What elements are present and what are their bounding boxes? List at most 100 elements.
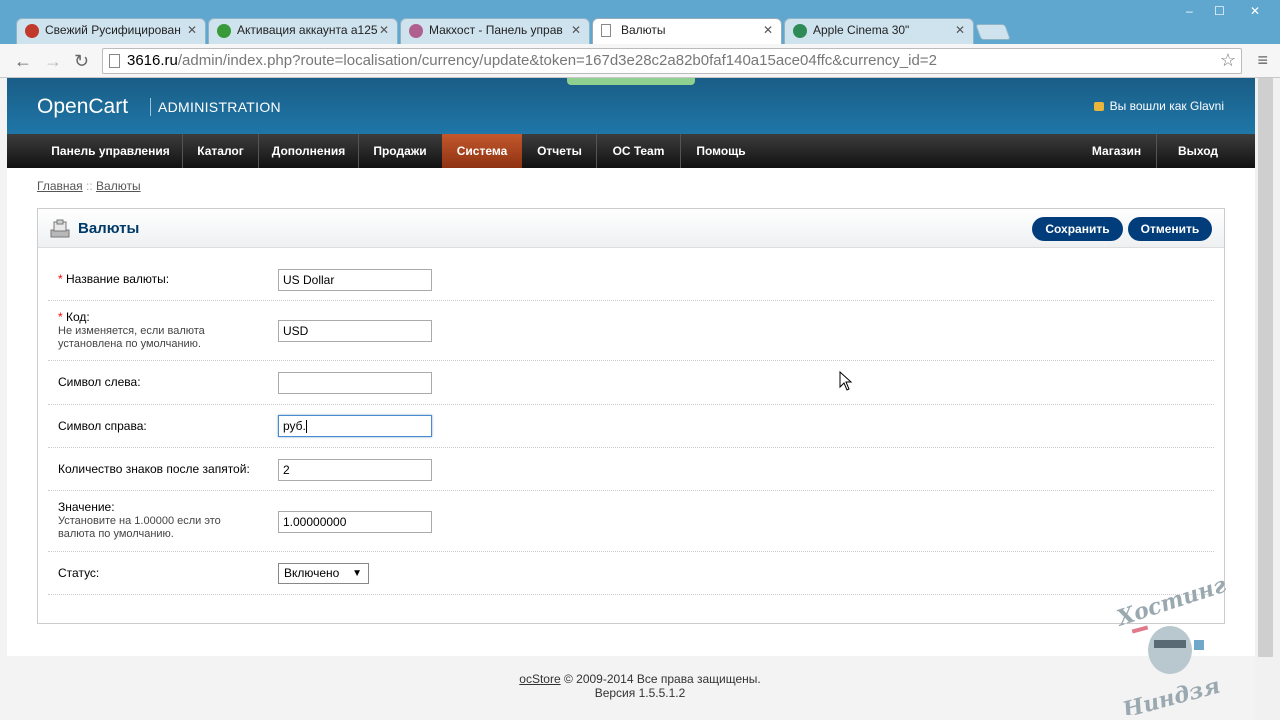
menu-item-reports[interactable]: Отчеты (523, 134, 597, 168)
required-mark: * (58, 272, 63, 286)
value-help: Установите на 1.00000 если это валюта по… (58, 515, 221, 540)
value-label: Значение: Установите на 1.00000 если это … (58, 500, 258, 541)
browser-tab-4[interactable]: Валюты ✕ (592, 18, 782, 44)
menu-item-dashboard[interactable]: Панель управления (39, 134, 183, 168)
status-value: Включено (284, 566, 340, 580)
code-label: * Код: Не изменяется, если валюта установ… (58, 310, 248, 351)
browser-tab-2[interactable]: Активация аккаунта a125 ✕ (208, 18, 398, 44)
page-viewport: OpenCart ADMINISTRATION Вы вошли как Gla… (0, 78, 1280, 720)
browser-menu-icon[interactable]: ≡ (1257, 51, 1268, 69)
decimal-place-input[interactable]: 2 (278, 459, 432, 481)
new-tab-button[interactable] (975, 24, 1011, 40)
form-row-symbol-left: Символ слева: (48, 361, 1214, 405)
tab-close-icon[interactable]: ✕ (763, 23, 773, 37)
tab-close-icon[interactable]: ✕ (187, 23, 197, 37)
symbol-right-value: руб. (283, 419, 306, 433)
currency-code-input[interactable]: USD (278, 320, 432, 342)
panel-header: Валюты Сохранить Отменить (38, 209, 1224, 248)
form-row-decimal: Количество знаков после запятой: 2 (48, 448, 1214, 491)
footer-brand-link[interactable]: ocStore (519, 672, 560, 686)
menu-item-sales[interactable]: Продажи (359, 134, 441, 168)
symbol-left-input[interactable] (278, 372, 432, 394)
menu-item-extensions[interactable]: Дополнения (259, 134, 359, 168)
breadcrumb-home[interactable]: Главная (37, 179, 83, 193)
content-area: Главная :: Валюты Валюты Сохранить Отмен… (7, 168, 1255, 656)
tab-favicon-icon (409, 24, 423, 38)
menu-item-help[interactable]: Помощь (681, 134, 761, 168)
url-path: /admin/index.php?route=localisation/curr… (177, 52, 937, 69)
watermark-text-top: Хостинг (1112, 580, 1230, 632)
breadcrumb-current[interactable]: Валюты (96, 179, 141, 193)
text-caret (305, 420, 307, 434)
browser-tabbar: Свежий Русифицирован ✕ Активация аккаунт… (0, 0, 1280, 44)
back-icon[interactable]: ← (14, 52, 32, 70)
address-bar[interactable]: 3616.ru/admin/index.php?route=localisati… (102, 48, 1242, 74)
form-row-name: * Название валюты: US Dollar (48, 258, 1214, 301)
opencart-logo[interactable]: OpenCart (37, 95, 128, 119)
form-row-code: * Код: Не изменяется, если валюта установ… (48, 301, 1214, 361)
watermark-text-bottom: Ниндзя (1119, 673, 1223, 715)
tab-title: Активация аккаунта a125 (237, 23, 378, 37)
form-row-symbol-right: Символ справа: руб. (48, 405, 1214, 448)
forward-icon[interactable]: → (44, 52, 62, 70)
symbol-right-input[interactable]: руб. (278, 415, 432, 437)
breadcrumb-separator: :: (86, 179, 93, 193)
form-row-value: Значение: Установите на 1.00000 если это … (48, 491, 1214, 552)
page-icon (601, 24, 611, 37)
currency-name-input[interactable]: US Dollar (278, 269, 432, 291)
tab-favicon-icon (25, 24, 39, 38)
lock-icon (1093, 102, 1104, 111)
menu-item-octeam[interactable]: OC Team (597, 134, 681, 168)
tab-close-icon[interactable]: ✕ (379, 23, 389, 37)
menu-item-system[interactable]: Система (442, 134, 522, 168)
tab-title: Свежий Русифицирован (45, 23, 181, 37)
footer-version: Версия 1.5.5.1.2 (594, 686, 686, 700)
cancel-button[interactable]: Отменить (1128, 217, 1212, 241)
tab-title: Макхост - Панель управ (429, 23, 563, 37)
save-button[interactable]: Сохранить (1032, 217, 1123, 241)
window-close-icon[interactable]: ✕ (1250, 4, 1260, 18)
admin-header: OpenCart ADMINISTRATION Вы вошли как Gla… (7, 78, 1255, 134)
reload-icon[interactable]: ↻ (74, 52, 89, 70)
hosting-ninja-watermark: Хостинг Ниндзя (1112, 580, 1230, 715)
menu-item-logout[interactable]: Выход (1157, 134, 1239, 168)
symbol-left-label: Символ слева: (58, 375, 141, 389)
menu-item-store[interactable]: Магазин (1077, 134, 1157, 168)
page-title: Валюты (78, 220, 140, 237)
browser-tab-3[interactable]: Макхост - Панель управ ✕ (400, 18, 590, 44)
top-notification-tab (567, 78, 695, 85)
value-label-text: Значение: (58, 500, 115, 514)
browser-toolbar: ← → ↻ 3616.ru/admin/index.php?route=loca… (0, 44, 1280, 78)
tab-close-icon[interactable]: ✕ (571, 23, 581, 37)
maximize-icon[interactable]: ☐ (1214, 4, 1225, 18)
logo-divider (150, 98, 151, 116)
chevron-down-icon: ▼ (352, 568, 362, 579)
breadcrumb: Главная :: Валюты (37, 179, 141, 193)
form-row-status: Статус: Включено ▼ (48, 552, 1214, 595)
login-status: Вы вошли как Glavni (1093, 99, 1224, 113)
mouse-cursor-icon (839, 371, 853, 391)
name-label-text: Название валюты: (66, 272, 170, 286)
decimal-label: Количество знаков после запятой: (58, 462, 250, 476)
minimize-icon[interactable]: – (1186, 4, 1193, 18)
tab-close-icon[interactable]: ✕ (955, 23, 965, 37)
bookmark-star-icon[interactable]: ☆ (1220, 51, 1236, 69)
tab-favicon-icon (217, 24, 231, 38)
tab-favicon-icon (793, 24, 807, 38)
browser-tab-5[interactable]: Apple Cinema 30" ✕ (784, 18, 974, 44)
code-label-text: Код: (66, 310, 90, 324)
main-menu: Панель управления Каталог Дополнения Про… (7, 134, 1255, 168)
currency-form-panel: Валюты Сохранить Отменить * Название вал… (37, 208, 1225, 624)
tab-title: Apple Cinema 30" (813, 23, 910, 37)
menu-item-catalog[interactable]: Каталог (183, 134, 259, 168)
admin-subtitle: ADMINISTRATION (158, 99, 281, 115)
page-icon (109, 54, 120, 68)
status-select[interactable]: Включено ▼ (278, 563, 369, 584)
currency-icon (50, 219, 70, 238)
status-label: Статус: (58, 566, 100, 580)
name-label: * Название валюты: (58, 272, 169, 286)
tab-title: Валюты (621, 23, 666, 37)
currency-value-input[interactable]: 1.00000000 (278, 511, 432, 533)
browser-tab-1[interactable]: Свежий Русифицирован ✕ (16, 18, 206, 44)
scrollbar-thumb[interactable] (1258, 78, 1273, 657)
